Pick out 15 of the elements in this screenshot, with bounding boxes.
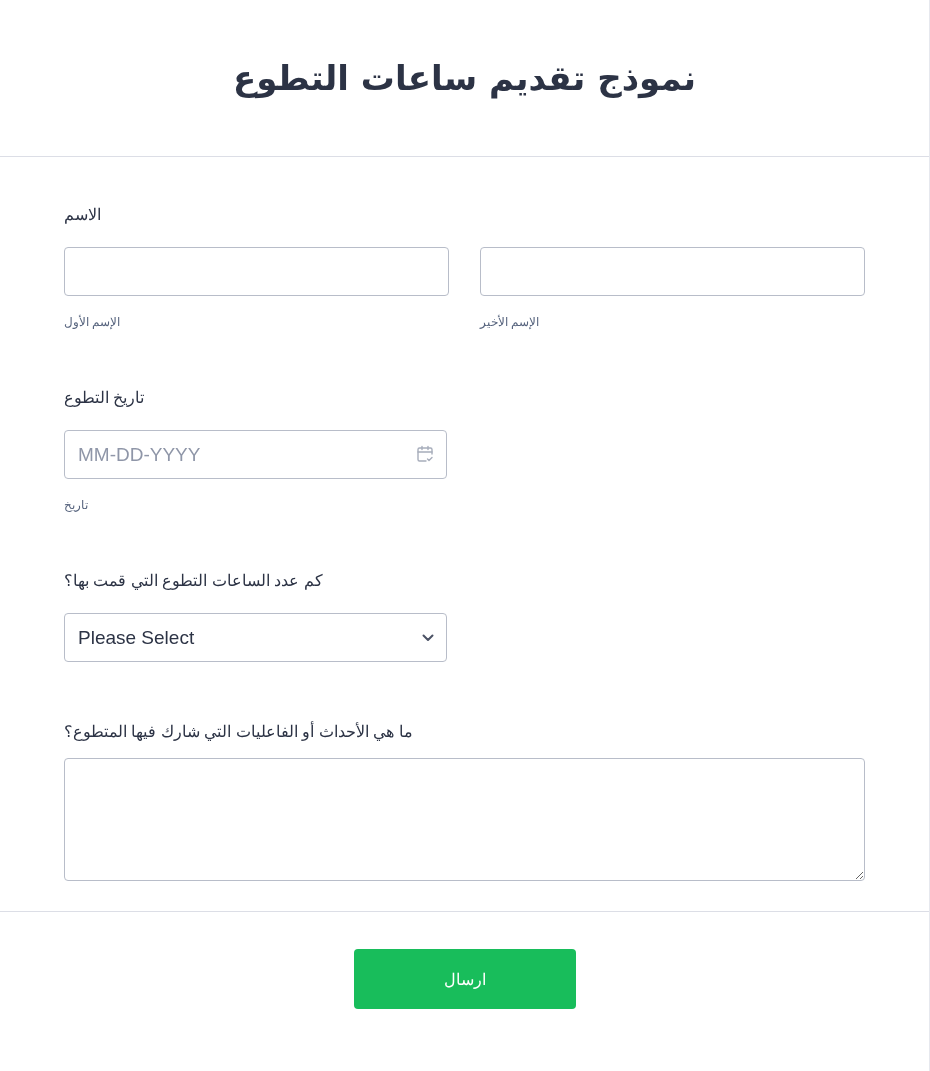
chevron-down-icon [422, 633, 434, 642]
input-field[interactable] [64, 247, 449, 296]
date-field[interactable]: MM-DD-YYYY [64, 430, 447, 479]
field-sublabel: الإسم الأخير [480, 315, 540, 329]
field-sublabel: الإسم الأول [64, 315, 121, 329]
calendar-icon[interactable] [416, 445, 434, 463]
input-field[interactable] [480, 247, 865, 296]
field-label: كم عدد الساعات التطوع التي قمت بها؟ [64, 572, 323, 589]
dropdown-field[interactable]: Please Select [64, 613, 447, 662]
field-sublabel: تاريخ [64, 498, 88, 512]
field-label: ما هي الأحداث أو الفاعليات التي شارك فيها المتطوع؟ [64, 723, 413, 740]
text-area[interactable] [64, 758, 865, 881]
field-label: الاسم [64, 206, 101, 223]
form-title: نموذج تقديم ساعات التطوع [233, 58, 696, 98]
field-label: تاريخ التطوع [64, 389, 145, 406]
